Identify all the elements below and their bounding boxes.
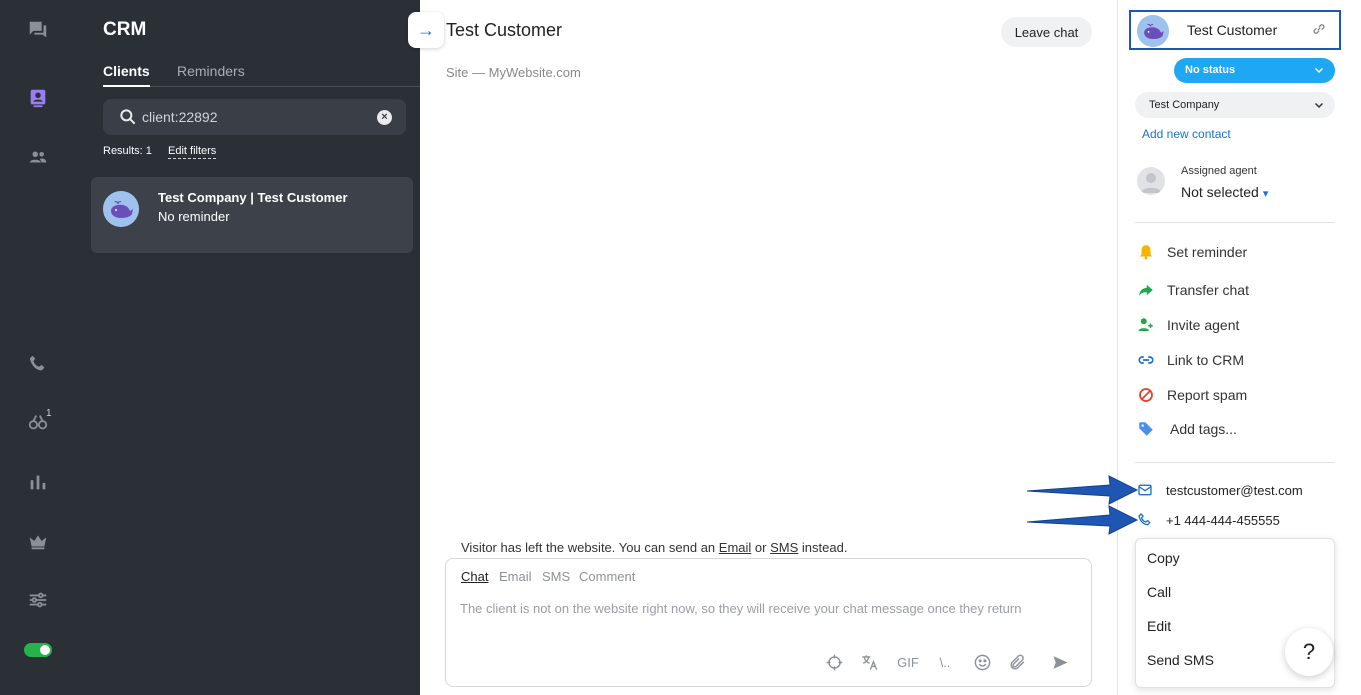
action-label: Add tags...	[1170, 421, 1237, 437]
send-icon[interactable]	[1049, 651, 1071, 673]
visitors-badge: 1	[46, 408, 52, 419]
menu-item-send-sms[interactable]: Send SMS	[1147, 652, 1214, 668]
company-label: Test Company	[1149, 99, 1220, 111]
composer-tab-email[interactable]: Email	[499, 569, 532, 584]
chats-icon[interactable]	[24, 16, 52, 44]
company-dropdown[interactable]: Test Company	[1135, 92, 1335, 118]
leave-chat-button[interactable]: Leave chat	[1001, 17, 1092, 47]
action-label: Link to CRM	[1167, 352, 1245, 368]
site-line: Site — MyWebsite.com	[446, 65, 581, 80]
add-new-contact-link[interactable]: Add new contact	[1142, 127, 1231, 141]
message-composer: Chat Email SMS Comment GIF \..	[445, 558, 1092, 687]
divider	[1135, 222, 1335, 223]
shortcuts-button[interactable]: \..	[934, 651, 956, 673]
crm-title: CRM	[103, 19, 147, 40]
customer-name-box[interactable]: Test Customer	[1129, 10, 1341, 50]
client-reminder: No reminder	[158, 209, 230, 224]
chevron-down-icon: ▾	[1262, 188, 1269, 200]
action-label: Report spam	[1167, 387, 1248, 403]
forward-arrow-icon	[1139, 284, 1153, 296]
customer-email: testcustomer@test.com	[1166, 483, 1303, 498]
chat-title: Test Customer	[446, 20, 563, 40]
action-label: Transfer chat	[1167, 282, 1249, 298]
help-button[interactable]: ?	[1285, 628, 1333, 676]
add-person-icon	[1138, 318, 1153, 331]
settings-sliders-icon[interactable]	[24, 586, 52, 614]
composer-tab-chat[interactable]: Chat	[461, 569, 488, 584]
menu-item-edit[interactable]: Edit	[1147, 618, 1171, 634]
online-toggle[interactable]	[24, 643, 52, 657]
assigned-agent-label: Assigned agent	[1181, 165, 1257, 177]
translate-icon[interactable]	[858, 651, 880, 673]
composer-tab-comment[interactable]: Comment	[579, 569, 635, 584]
tab-clients[interactable]: Clients	[103, 63, 150, 87]
client-name: Test Company | Test Customer	[158, 190, 348, 205]
chevron-down-icon	[1314, 102, 1324, 109]
edit-filters-link[interactable]: Edit filters	[168, 145, 217, 159]
action-label: Invite agent	[1167, 317, 1240, 333]
chat-area: → Test Customer Leave chat Site — MyWebs…	[408, 0, 1117, 695]
email-link[interactable]: Email	[719, 540, 752, 555]
block-icon	[1139, 388, 1153, 402]
attach-icon[interactable]	[1006, 651, 1028, 673]
crm-panel: CRM Clients Reminders × Results: 1 Edit …	[76, 0, 420, 695]
client-list-item[interactable]: Test Company | Test Customer No reminder	[91, 177, 413, 253]
status-dropdown[interactable]: No status	[1174, 58, 1335, 83]
menu-item-call[interactable]: Call	[1147, 584, 1171, 600]
analytics-icon[interactable]	[24, 468, 52, 496]
phone-icon[interactable]	[24, 350, 52, 378]
message-input[interactable]	[460, 601, 1080, 625]
tab-reminders[interactable]: Reminders	[177, 63, 245, 79]
chevron-down-icon	[1314, 67, 1324, 74]
left-rail: 1	[0, 0, 76, 695]
emoji-icon[interactable]	[971, 651, 993, 673]
whale-avatar	[103, 191, 139, 227]
tag-icon	[1139, 422, 1153, 436]
bell-icon	[1140, 245, 1152, 260]
team-icon[interactable]	[24, 143, 52, 171]
note-middle: or	[754, 540, 767, 555]
action-label: Set reminder	[1167, 244, 1248, 260]
search-icon	[120, 109, 136, 125]
note-prefix: Visitor has left the website. You can se…	[461, 540, 716, 555]
assigned-agent-value: Not selected	[1181, 184, 1259, 200]
clear-search-icon[interactable]: ×	[377, 110, 392, 125]
results-count: Results: 1	[103, 145, 152, 157]
customer-profile-panel: Test Customer No status Test Company Add…	[1117, 0, 1361, 695]
assigned-agent-dropdown[interactable]: Not selected ▾	[1181, 184, 1268, 200]
crm-contacts-icon[interactable]	[24, 84, 52, 112]
customer-phone: +1 444-444-455555	[1166, 513, 1280, 528]
annotation-arrows-icon	[1026, 475, 1139, 535]
link-icon	[1138, 356, 1154, 364]
gif-button[interactable]: GIF	[897, 651, 919, 673]
whale-avatar	[1137, 15, 1169, 47]
crm-tabs: Clients Reminders	[103, 63, 420, 87]
visitor-left-note: Visitor has left the website. You can se…	[461, 540, 847, 555]
menu-item-copy[interactable]: Copy	[1147, 550, 1180, 566]
composer-tab-sms[interactable]: SMS	[542, 569, 570, 584]
app-root: 1 CRM Clients Reminders × Results: 1 Edi…	[0, 0, 1361, 695]
crown-icon[interactable]	[24, 527, 52, 555]
sms-link[interactable]: SMS	[770, 540, 798, 555]
collapse-arrow-icon[interactable]: →	[408, 12, 444, 48]
crosshair-icon[interactable]	[823, 651, 845, 673]
divider	[1135, 462, 1335, 463]
agent-avatar	[1137, 167, 1165, 195]
client-search-box: ×	[103, 99, 406, 135]
search-input[interactable]	[142, 107, 362, 127]
customer-name: Test Customer	[1187, 22, 1278, 38]
note-suffix: instead.	[801, 540, 848, 555]
status-label: No status	[1185, 64, 1236, 76]
link-icon[interactable]	[1311, 21, 1327, 37]
